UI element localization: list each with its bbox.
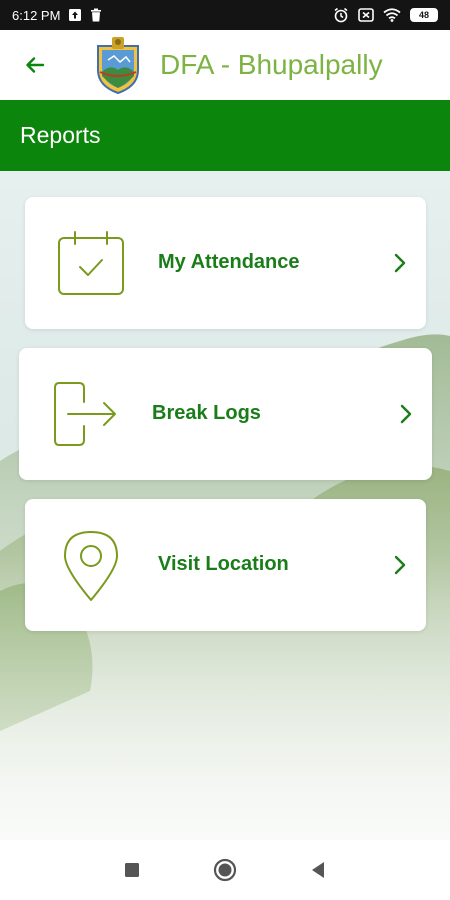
circle-home-icon [213, 858, 237, 882]
app-bar: DFA - Bhupalpally [0, 30, 450, 100]
card-label: Break Logs [152, 402, 261, 424]
system-back-button[interactable] [288, 840, 348, 900]
content-area: My Attendance Break Logs Visit Location [0, 171, 450, 840]
delete-notification-icon [90, 8, 102, 22]
system-nav-bar [0, 840, 450, 900]
back-button[interactable] [0, 30, 70, 100]
home-button[interactable] [195, 840, 255, 900]
emblem-logo [90, 36, 146, 95]
recents-button[interactable] [102, 840, 162, 900]
status-bar: 6:12 PM 48 [0, 0, 450, 30]
card-visit-location[interactable]: Visit Location [25, 499, 426, 631]
section-title: Reports [20, 122, 101, 148]
square-recents-icon [125, 863, 139, 877]
chevron-right-icon [394, 253, 406, 273]
card-label: Visit Location [158, 553, 289, 575]
triangle-back-icon [312, 862, 324, 878]
app-title: DFA - Bhupalpally [160, 49, 383, 80]
battery-icon: 48 [410, 8, 438, 22]
section-header: Reports [0, 100, 450, 171]
card-my-attendance[interactable]: My Attendance [25, 197, 426, 329]
upload-notification-icon [68, 8, 82, 22]
battery-level: 48 [418, 10, 429, 20]
wifi-icon [383, 8, 401, 22]
status-time: 6:12 PM [12, 7, 61, 23]
arrow-back-icon [26, 57, 45, 73]
chevron-right-icon [400, 404, 412, 424]
alarm-icon [333, 7, 349, 23]
card-break-logs[interactable]: Break Logs [19, 348, 432, 480]
chevron-right-icon [394, 555, 406, 575]
card-label: My Attendance [158, 251, 300, 273]
location-pin-icon [61, 529, 121, 603]
exit-door-icon [52, 380, 118, 448]
sim-icon [358, 8, 374, 22]
calendar-check-icon [55, 229, 127, 299]
